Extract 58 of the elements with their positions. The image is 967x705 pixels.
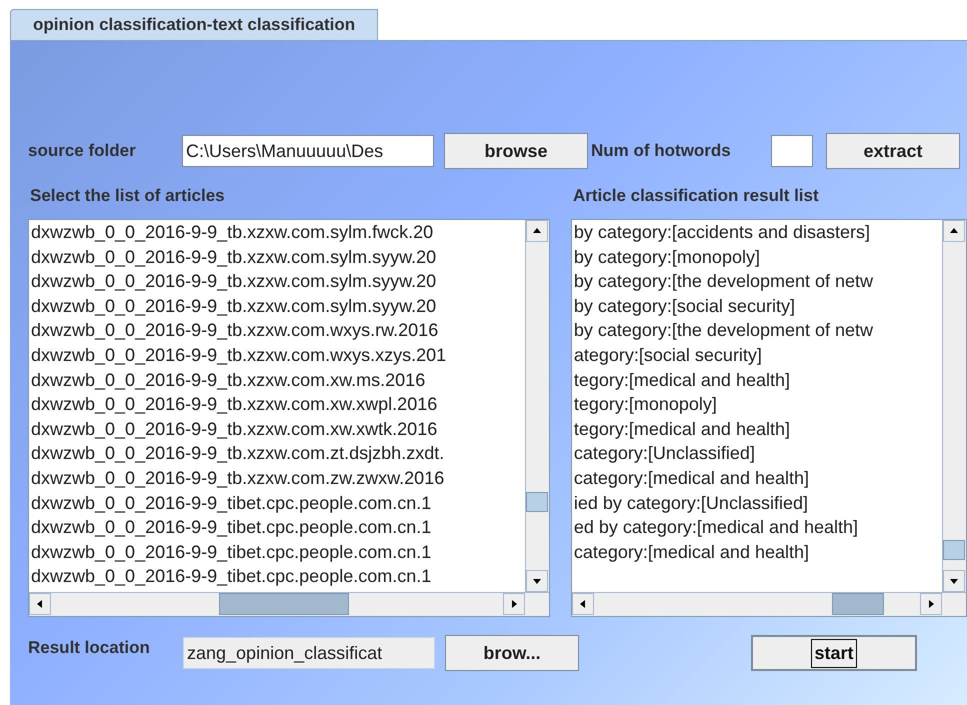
list-item[interactable]: category:[Unclassified]: [574, 441, 755, 466]
list-item[interactable]: dxwzwb_0_0_2016-9-9_tb.xzxw.com.zt.dsjzbh.zxdt.: [31, 441, 444, 466]
list-item[interactable]: by category:[accidents and disasters]: [574, 220, 870, 245]
scroll-left-button[interactable]: [29, 593, 51, 615]
horizontal-scrollbar[interactable]: [29, 592, 549, 616]
list-item[interactable]: dxwzwb_0_0_2016-9-9_tb.xzxw.com.zw.zwxw.2016: [31, 466, 444, 491]
list-item[interactable]: ed by category:[medical and health]: [574, 515, 858, 540]
list-item[interactable]: dxwzwb_0_0_2016-9-9_tb.xzxw.com.sylm.fwck.20: [31, 220, 434, 245]
list-item[interactable]: dxwzwb_0_0_2016-9-9_tb.xzxw.com.xw.ms.2016: [31, 368, 426, 392]
horizontal-scrollbar[interactable]: [572, 592, 966, 616]
hotwords-field[interactable]: [771, 135, 813, 167]
browse-button[interactable]: brow...: [445, 635, 579, 671]
list-item[interactable]: by category:[social security]: [574, 294, 795, 318]
source-folder-field[interactable]: C:\Users\Manuuuuu\Des: [182, 135, 434, 167]
scroll-thumb[interactable]: [526, 492, 548, 512]
list-item[interactable]: ied by category:[Unclassified]: [574, 490, 808, 516]
vertical-scrollbar[interactable]: [524, 220, 549, 592]
vertical-scrollbar[interactable]: [942, 220, 966, 592]
list-item[interactable]: category:[medical and health]: [574, 540, 810, 564]
list-title: Article classification result list: [573, 185, 819, 207]
list-item[interactable]: dxwzwb_0_0_2016-9-9_tb.xzxw.com.xw.xwpl.2016: [31, 392, 438, 417]
scroll-thumb[interactable]: [832, 593, 884, 615]
result-location-field[interactable]: zang_opinion_classificat: [183, 637, 435, 669]
list-item[interactable]: tegory:[medical and health]: [574, 416, 790, 442]
field-label: Num of hotwords: [591, 140, 732, 162]
scroll-right-button[interactable]: [920, 593, 942, 615]
list-item[interactable]: dxwzwb_0_0_2016-9-9_tb.xzxw.com.xw.xwtk.2016: [31, 416, 438, 442]
scroll-down-button[interactable]: [943, 570, 965, 592]
scroll-up-button[interactable]: [526, 220, 548, 242]
list-item[interactable]: dxwzwb_0_0_2016-9-9_tb.xzxw.com.sylm.syyw.20: [31, 269, 436, 294]
scroll-right-button[interactable]: [502, 593, 525, 615]
list-item[interactable]: dxwzwb_0_0_2016-9-9_tibet.cpc.people.com.cn.1: [31, 490, 432, 516]
scroll-thumb[interactable]: [943, 540, 965, 560]
list-item[interactable]: dxwzwb_0_0_2016-9-9_tb.xzxw.com.wxys.rw.2016: [31, 318, 438, 343]
list-item[interactable]: by category:[the development of netw: [574, 269, 874, 294]
list-item[interactable]: dxwzwb_0_0_2016-9-9_tibet.cpc.people.com.cn.1: [31, 564, 432, 589]
list-item[interactable]: dxwzwb_0_0_2016-9-9_tb.xzxw.com.sylm.syyw.20: [31, 244, 436, 270]
start-button[interactable]: start: [751, 635, 917, 671]
list-item[interactable]: ategory:[social security]: [574, 342, 762, 368]
list-item[interactable]: category:[medical and health]: [574, 466, 810, 491]
list-item[interactable]: by category:[monopoly]: [574, 244, 760, 270]
list-item[interactable]: dxwzwb_0_0_2016-9-9_tibet.cpc.people.com.cn.1: [31, 540, 432, 564]
tab[interactable]: opinion classification-text classification: [10, 9, 378, 40]
browse-button[interactable]: browse: [444, 133, 588, 169]
extract-button[interactable]: extract: [826, 133, 960, 169]
field-label: source folder: [28, 140, 137, 162]
scroll-left-button[interactable]: [572, 593, 594, 615]
scroll-up-button[interactable]: [943, 220, 965, 242]
list-title: Select the list of articles: [29, 185, 226, 207]
list-item[interactable]: tegory:[medical and health]: [574, 368, 790, 392]
list-item[interactable]: dxwzwb_0_0_2016-9-9_tb.xzxw.com.wxys.xzys.201: [31, 342, 446, 368]
list-item[interactable]: tegory:[monopoly]: [574, 392, 717, 417]
list-item[interactable]: dxwzwb_0_0_2016-9-9_tibet.cpc.people.com.cn.1: [31, 515, 432, 540]
field-label: Result location: [28, 637, 151, 659]
list-item[interactable]: by category:[the development of netw: [574, 318, 874, 343]
list-item[interactable]: dxwzwb_0_0_2016-9-9_tb.xzxw.com.sylm.syyw.20: [31, 294, 436, 318]
scroll-thumb[interactable]: [219, 593, 349, 615]
scroll-down-button[interactable]: [526, 570, 548, 592]
